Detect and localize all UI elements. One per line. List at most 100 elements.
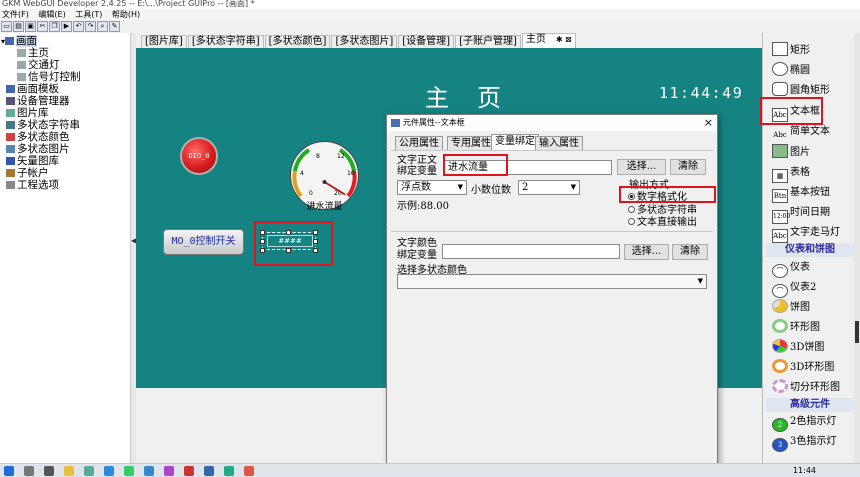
tab-image-library[interactable]: [图片库]	[141, 35, 187, 48]
section-gauges-charts[interactable]: 仪表和饼图	[766, 243, 854, 257]
tab-special-properties[interactable]: 专用属性	[447, 136, 495, 150]
app-icon[interactable]	[184, 466, 194, 476]
palette-scrollbar[interactable]	[854, 33, 860, 463]
radio-direct-text[interactable]: 文本直接输出	[628, 213, 697, 228]
color-variable-input[interactable]	[442, 244, 620, 259]
tree-item-image-library[interactable]: 图片库	[6, 107, 49, 119]
palette-basic-button[interactable]: Btn 基本按钮	[772, 184, 830, 203]
tree-item-sub-account[interactable]: 子帐户	[6, 167, 49, 179]
tree-item-templates[interactable]: 画面模板	[6, 83, 59, 95]
palette-simple-text[interactable]: Abc 简单文本	[772, 123, 830, 141]
palette-pie3d[interactable]: 3D饼图	[772, 339, 824, 357]
redo-icon[interactable]: ↷	[85, 21, 96, 32]
tab-input-properties[interactable]: 输入属性	[535, 136, 583, 150]
wrench-icon	[6, 181, 15, 189]
palette-pie[interactable]: 饼图	[772, 299, 810, 317]
copy-icon[interactable]: ❐	[49, 21, 60, 32]
tree-item-signal-control[interactable]: 信号灯控制	[17, 71, 81, 83]
cut-icon[interactable]: ✂	[37, 21, 48, 32]
select-variable-button[interactable]: 选择...	[617, 159, 666, 175]
decimals-label: 小数位数	[471, 185, 511, 196]
app-icon[interactable]	[204, 466, 214, 476]
folder-icon	[5, 37, 15, 45]
tree-item-multistate-image[interactable]: 多状态图片	[6, 143, 70, 155]
tab-device-management[interactable]: [设备管理]	[398, 35, 455, 48]
menu-tools[interactable]: 工具(T)	[75, 10, 102, 19]
decimals-select[interactable]: 2 ▼	[518, 180, 580, 195]
explorer-icon[interactable]	[64, 466, 74, 476]
tree-root-screens[interactable]: ▾ 画面	[1, 35, 38, 47]
tree-item-home[interactable]: 主页	[17, 47, 49, 59]
pencil-icon[interactable]: ✎	[109, 21, 120, 32]
highlight-box-output	[619, 186, 716, 203]
tree-item-device-manager[interactable]: 设备管理器	[6, 95, 70, 107]
palette-ellipse[interactable]: 椭圆	[772, 62, 810, 80]
taskview-icon[interactable]	[44, 466, 54, 476]
lamp3-icon: 3	[772, 438, 788, 452]
os-taskbar: 11:44	[0, 463, 860, 477]
close-icon[interactable]: ×	[704, 115, 713, 131]
lamp-label: DIO_0	[188, 152, 210, 160]
section-advanced[interactable]: 高级元件	[766, 398, 854, 412]
app-icon[interactable]	[84, 466, 94, 476]
tab-sub-account[interactable]: [子账户管理]	[455, 35, 521, 48]
rect-icon	[772, 42, 788, 56]
app-icon[interactable]	[164, 466, 174, 476]
open-icon[interactable]: ▤	[13, 21, 24, 32]
tree-item-multistate-color[interactable]: 多状态颜色	[6, 131, 70, 143]
palette-lamp3[interactable]: 3 3色指示灯	[772, 433, 836, 452]
save-icon[interactable]: ▣	[25, 21, 36, 32]
tab-variable-binding[interactable]: 变量绑定	[491, 134, 539, 150]
clear-variable-button[interactable]: 清除	[670, 159, 706, 175]
new-icon[interactable]: ▭	[1, 21, 12, 32]
page-title[interactable]: 主页	[425, 78, 529, 113]
tab-home[interactable]: 主页 ✱ ⊠	[521, 33, 576, 48]
clock-display[interactable]: 11:44:49	[659, 84, 743, 102]
clear-color-button[interactable]: 清除	[672, 244, 708, 260]
tab-multistate-string[interactable]: [多状态字符串]	[187, 35, 264, 48]
app-icon[interactable]	[124, 466, 134, 476]
tree-item-project-options[interactable]: 工程选项	[6, 179, 59, 191]
menu-edit[interactable]: 编辑(E)	[38, 10, 65, 19]
dialog-titlebar[interactable]: 元件属性--文本框 ×	[387, 115, 717, 131]
app-icon[interactable]	[244, 466, 254, 476]
control-switch-button[interactable]: MO_0控制开关	[163, 229, 244, 255]
start-icon[interactable]	[4, 466, 14, 476]
palette-gauge2[interactable]: ⌒ 仪表2	[772, 279, 816, 298]
multistate-color-select[interactable]: ▼	[397, 274, 707, 289]
palette-ring[interactable]: 环形图	[772, 319, 820, 337]
tree-item-vector-library[interactable]: 矢量图库	[6, 155, 59, 167]
undo-icon[interactable]: ↶	[73, 21, 84, 32]
palette-rect[interactable]: 矩形	[772, 42, 810, 60]
pie-icon	[772, 299, 788, 313]
browser-icon[interactable]	[104, 466, 114, 476]
palette-gauge[interactable]: ⌒ 仪表	[772, 259, 810, 278]
gauge-pivot	[322, 180, 327, 184]
palette-table[interactable]: ▦ 表格	[772, 164, 810, 183]
menu-help[interactable]: 帮助(H)	[112, 10, 140, 19]
search-icon[interactable]	[24, 466, 34, 476]
palette-image[interactable]: 图片	[772, 144, 810, 162]
number-format-select[interactable]: 浮点数 ▼	[397, 180, 467, 195]
palette-split-ring[interactable]: 切分环形图	[772, 379, 840, 397]
palette-datetime[interactable]: 12:00时间日期	[772, 204, 830, 224]
menu-file[interactable]: 文件(F)	[2, 10, 29, 19]
gauge-tick-0: 0	[309, 190, 313, 197]
app-icon[interactable]	[224, 466, 234, 476]
tab-multistate-color[interactable]: [多状态颜色]	[264, 35, 331, 48]
app-icon[interactable]	[144, 466, 154, 476]
palette-lamp2[interactable]: 2 2色指示灯	[772, 413, 836, 432]
tab-close-icon[interactable]: ✱ ⊠	[556, 35, 572, 44]
taskbar-clock[interactable]: 11:44	[793, 465, 816, 477]
tab-multistate-image[interactable]: [多状态图片]	[331, 35, 398, 48]
scroll-thumb[interactable]	[855, 321, 859, 343]
tree-item-multistate-string[interactable]: 多状态字符串	[6, 119, 80, 131]
page-icon	[17, 61, 26, 69]
select-color-button[interactable]: 选择...	[624, 244, 669, 260]
paste-icon[interactable]: ▶	[61, 21, 72, 32]
palette-marquee[interactable]: Abc 文字走马灯	[772, 224, 840, 243]
palette-ring3d[interactable]: 3D环形图	[772, 359, 834, 377]
zoom-icon[interactable]: ⌕	[97, 21, 108, 32]
tab-common-properties[interactable]: 公用属性	[395, 136, 443, 150]
tree-item-traffic-light[interactable]: 交通灯	[17, 59, 60, 71]
